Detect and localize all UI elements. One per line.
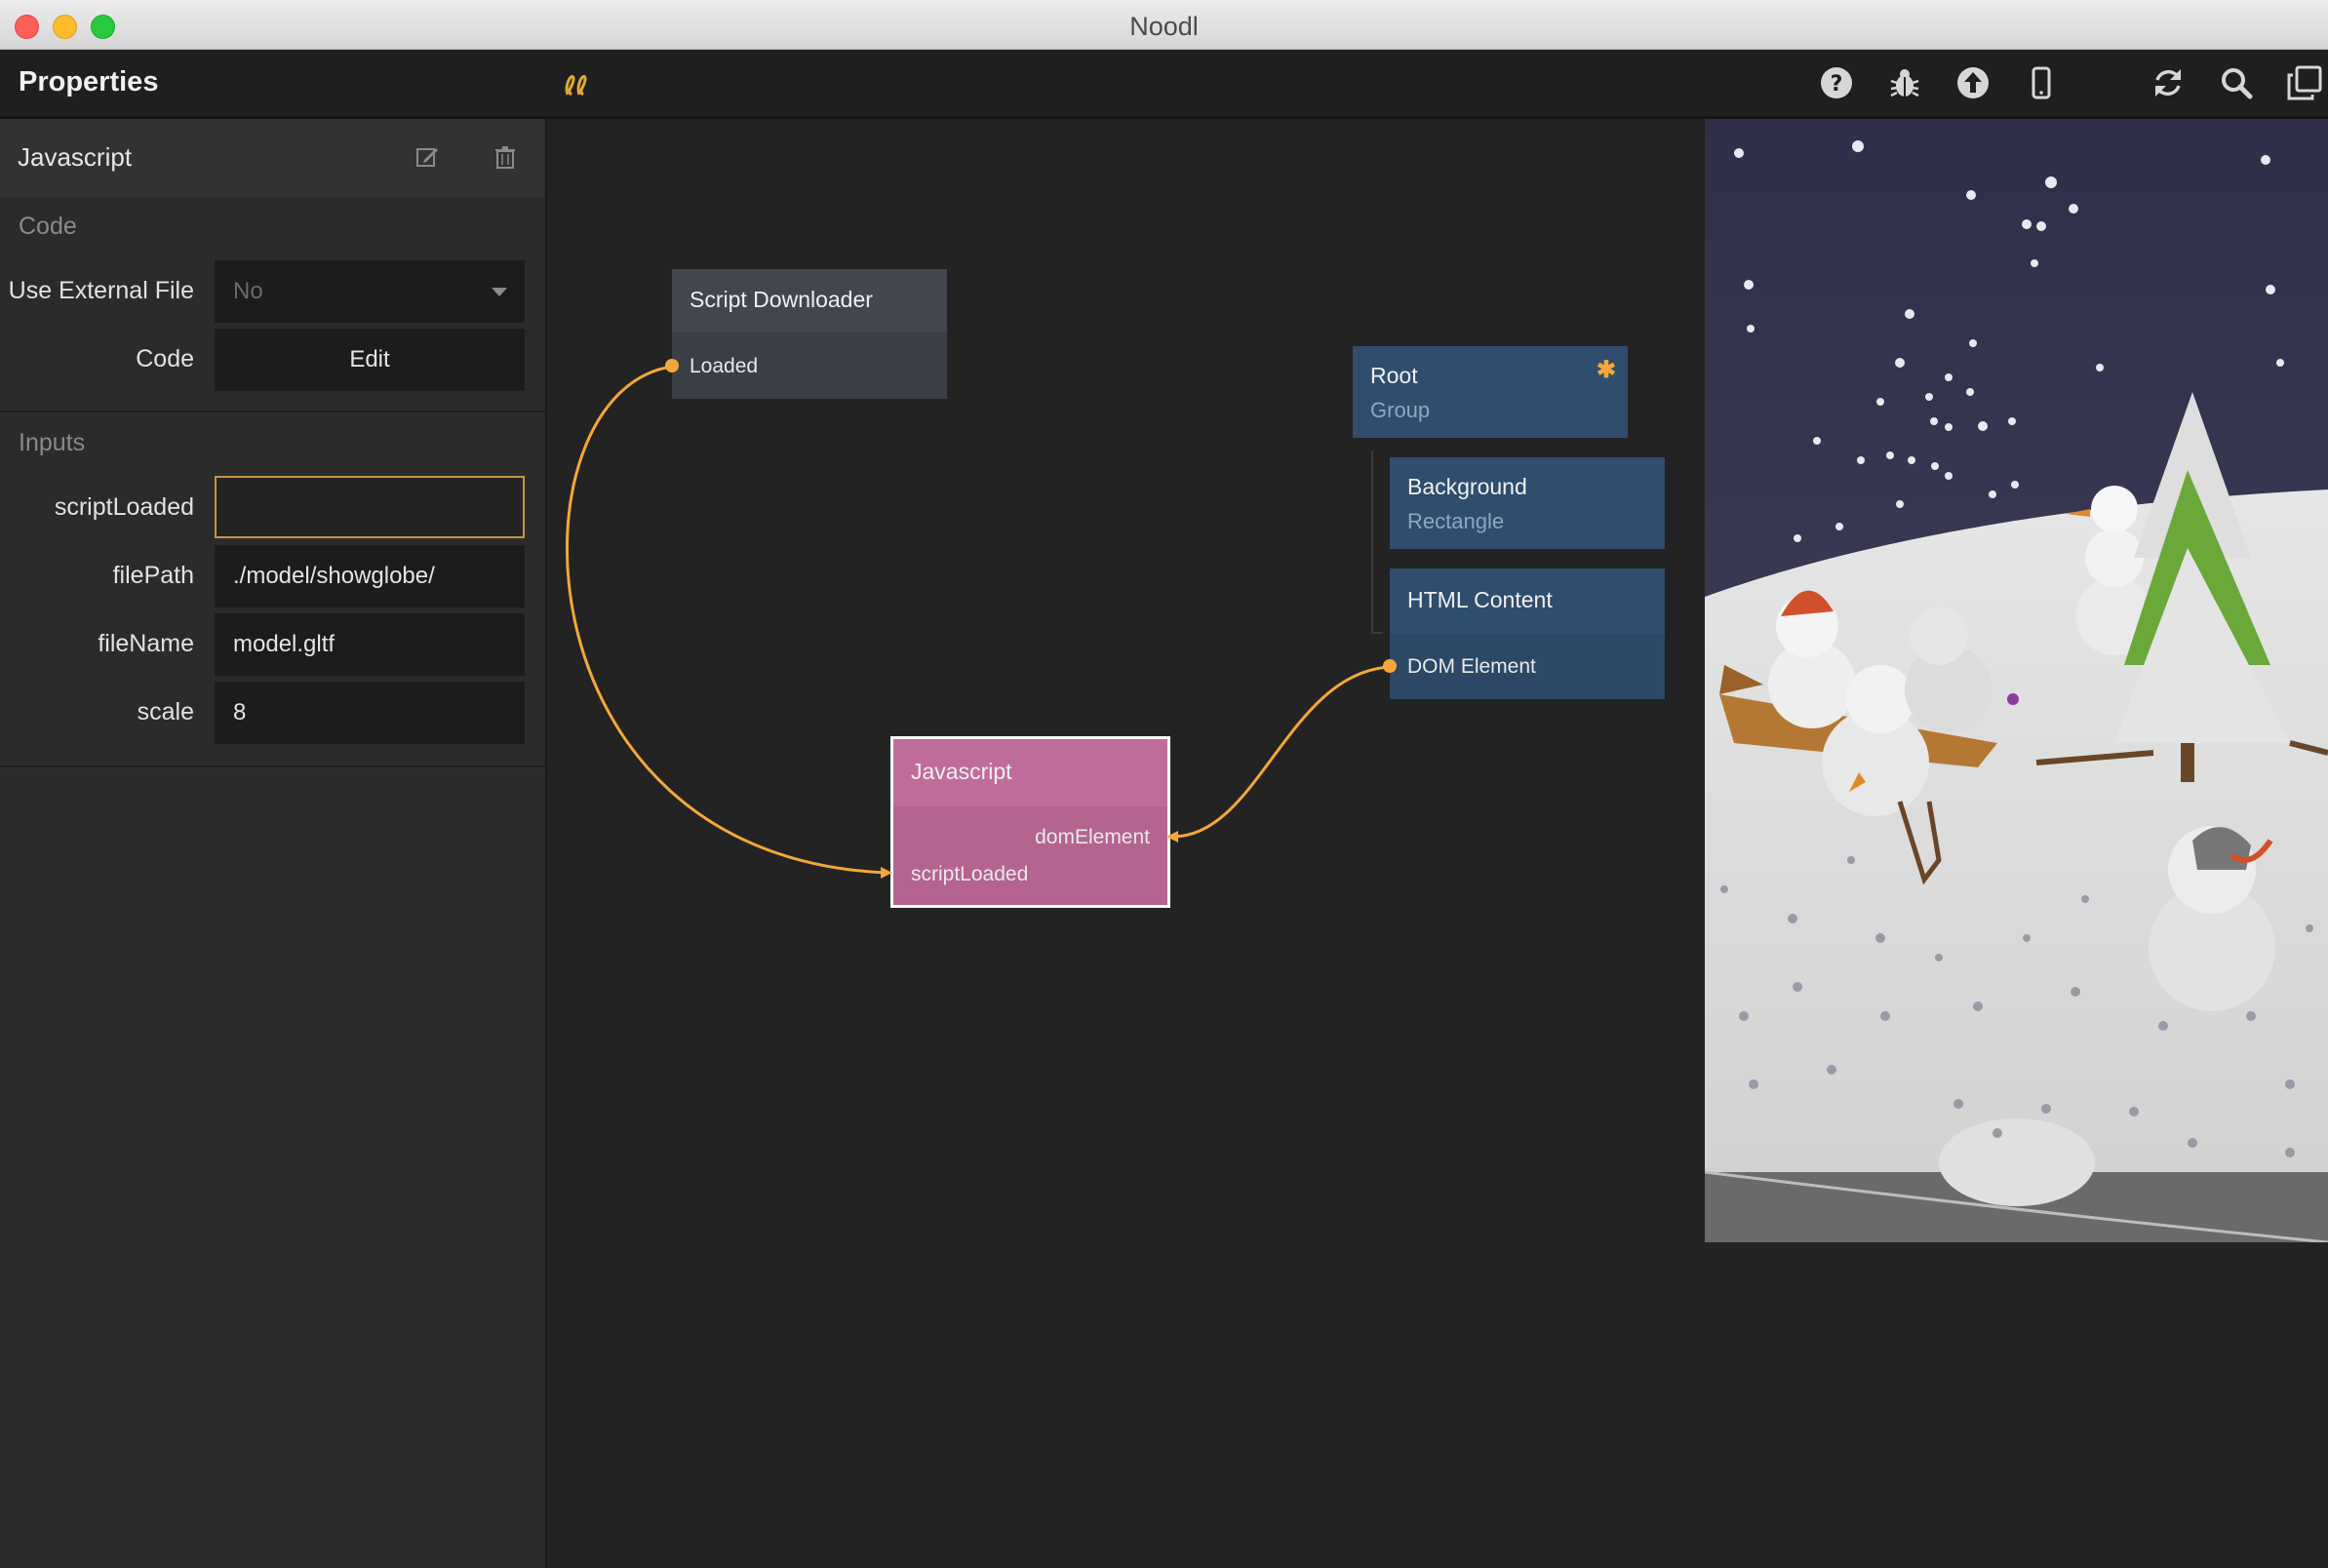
section-divider: [0, 411, 545, 412]
node-html-content[interactable]: HTML Content DOM Element: [1383, 568, 1665, 699]
use-external-file-label: Use External File: [8, 277, 194, 304]
main-toolbar: Properties ?: [0, 50, 2328, 119]
port-connector[interactable]: [1383, 659, 1397, 673]
edit-icon[interactable]: [414, 144, 440, 170]
bug-icon[interactable]: [1885, 63, 1924, 102]
scale-input[interactable]: 8: [215, 682, 525, 744]
script-loaded-label: scriptLoaded: [54, 493, 194, 521]
node-title: Background: [1407, 474, 1527, 499]
window-title: Noodl: [1129, 12, 1199, 41]
window-titlebar: Noodl: [0, 0, 2328, 50]
noodl-logo-icon[interactable]: [560, 65, 595, 100]
upload-icon[interactable]: [1953, 63, 1993, 102]
node-title: HTML Content: [1407, 587, 1553, 612]
property-panel: Javascript Code Use External File No Cod…: [0, 119, 547, 1568]
copy-window-icon[interactable]: [2285, 63, 2324, 102]
mobile-device-icon[interactable]: [2022, 63, 2061, 102]
section-code-label: Code: [19, 213, 77, 240]
script-loaded-textbox[interactable]: [235, 480, 523, 538]
hierarchy-line: [1371, 632, 1383, 634]
node-title: Root: [1370, 363, 1418, 388]
delete-icon[interactable]: [493, 144, 518, 170]
node-title: Javascript: [911, 759, 1012, 784]
use-external-file-dropdown[interactable]: No: [215, 260, 525, 323]
file-path-input[interactable]: ./model/showglobe/: [215, 545, 525, 608]
port-dom-element[interactable]: DOM Element: [1407, 655, 1536, 679]
edit-code-button[interactable]: Edit: [215, 329, 525, 391]
chevron-down-icon: [492, 288, 507, 296]
node-background[interactable]: Background Rectangle: [1390, 457, 1665, 549]
file-name-input[interactable]: model.gltf: [215, 613, 525, 676]
refresh-icon[interactable]: [2149, 63, 2188, 102]
file-path-label: filePath: [112, 562, 194, 589]
hierarchy-line: [1371, 451, 1373, 634]
file-name-label: fileName: [98, 630, 194, 657]
node-type: Rectangle: [1407, 509, 1505, 533]
port-script-loaded[interactable]: scriptLoaded: [911, 863, 1028, 886]
port-connector[interactable]: [665, 359, 679, 372]
snow-globe-scene: [1705, 119, 2328, 1242]
port-loaded[interactable]: Loaded: [690, 355, 758, 378]
preview-viewport[interactable]: [1705, 119, 2328, 1242]
node-title: Script Downloader: [690, 287, 873, 312]
port-dom-element-in[interactable]: domElement: [1035, 826, 1150, 849]
code-label: Code: [136, 345, 194, 372]
search-icon[interactable]: [2217, 63, 2256, 102]
node-header: Javascript: [0, 119, 545, 197]
use-external-file-value: No: [233, 278, 263, 304]
node-name[interactable]: Javascript: [18, 142, 132, 173]
script-loaded-input[interactable]: [215, 476, 525, 538]
scale-label: scale: [137, 698, 194, 725]
node-javascript[interactable]: Javascript domElement scriptLoaded: [890, 736, 1170, 908]
node-script-downloader[interactable]: Script Downloader Loaded: [665, 269, 947, 399]
panel-title: Properties: [19, 66, 159, 98]
section-inputs-label: Inputs: [19, 429, 86, 456]
section-divider: [0, 765, 545, 767]
node-type: Group: [1370, 398, 1431, 422]
svg-text:?: ?: [1831, 72, 1843, 97]
root-marker-icon: ✱: [1596, 357, 1616, 383]
help-icon[interactable]: ?: [1817, 63, 1856, 102]
node-root[interactable]: Root Group ✱: [1353, 346, 1628, 438]
